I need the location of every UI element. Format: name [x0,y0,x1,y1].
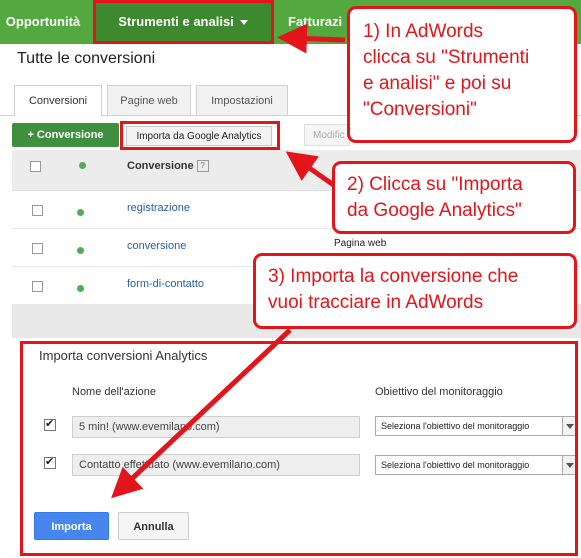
callout-line: da Google Analytics" [347,200,522,221]
callout-line: 3) Importa la conversione che [268,266,519,287]
callout-line: e analisi" e poi su [363,73,512,94]
callout-line: 2) Clicca su "Importa [347,174,523,195]
arrow-to-strumenti [277,23,346,54]
arrow-to-import-action [111,328,292,499]
callout-step-2-text: 2) Clicca su "Importa da Google Analytic… [347,172,523,224]
callout-step-1-text: 1) In AdWords clicca su "Strumenti e ana… [363,19,529,123]
arrow-to-import-button [285,151,337,189]
callout-line: clicca su "Strumenti [363,47,530,68]
callout-step-3-text: 3) Importa la conversione che vuoi tracc… [268,264,518,316]
callout-line: "Conversioni" [363,99,477,120]
callout-line: vuoi tracciare in AdWords [268,292,484,313]
callout-line: 1) In AdWords [363,21,484,42]
